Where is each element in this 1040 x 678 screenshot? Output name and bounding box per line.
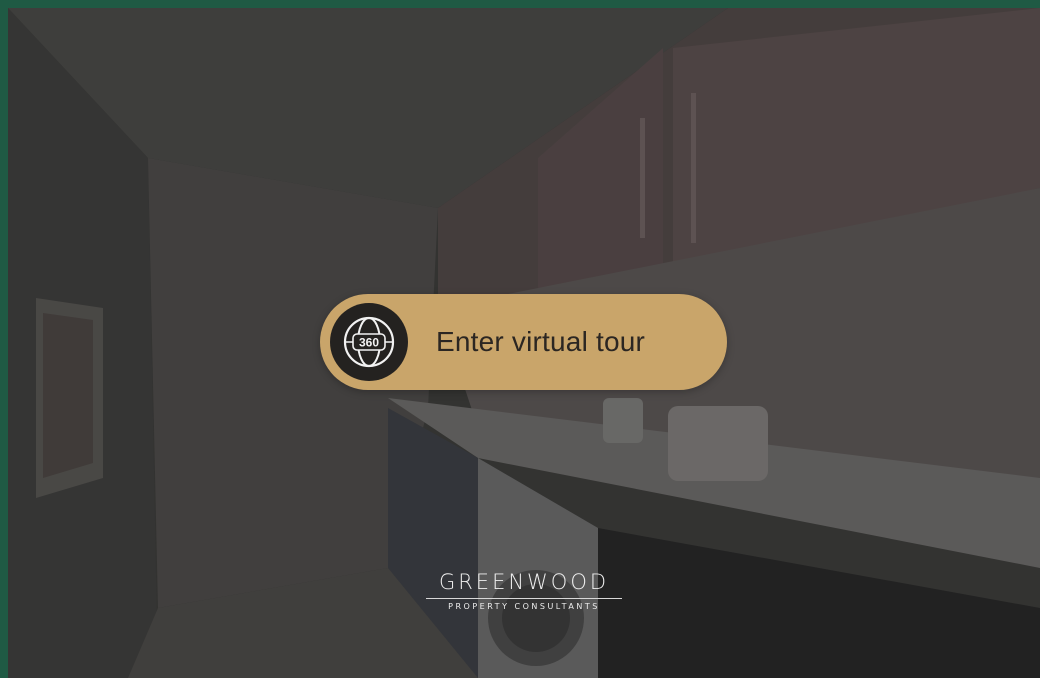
enter-virtual-tour-label: Enter virtual tour — [436, 326, 646, 357]
enter-virtual-tour-button[interactable]: 360 Enter virtual tour — [320, 294, 727, 390]
brand-name: GREENWOOD — [438, 570, 610, 594]
brand-logo: GREENWOOD PROPERTY CONSULTANTS — [8, 570, 1040, 611]
360-label: 360 — [359, 336, 379, 350]
virtual-tour-preview[interactable]: 360 Enter virtual tour GREENWOOD PROPERT… — [8, 8, 1040, 678]
globe-icon: 360 — [343, 316, 395, 368]
brand-tagline: PROPERTY CONSULTANTS — [448, 602, 600, 611]
brand-divider — [426, 598, 622, 599]
360-globe-icon: 360 — [330, 303, 408, 381]
